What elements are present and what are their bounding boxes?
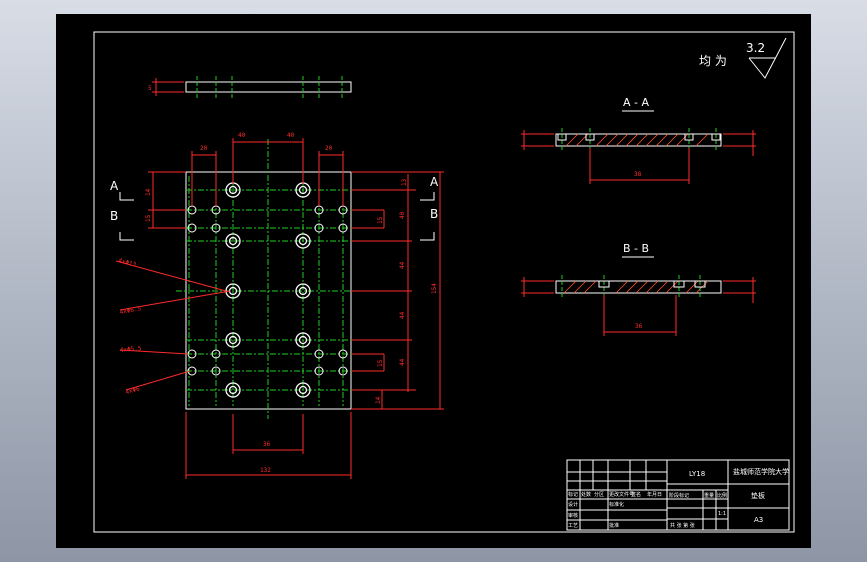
dim-40-right: 40 bbox=[287, 132, 295, 139]
callout-phi5-5: 4xΦ5.5 bbox=[120, 345, 143, 354]
title-row-label-0: 标记 bbox=[568, 491, 578, 498]
title-stage: 阶段标记 bbox=[669, 492, 689, 499]
cad-viewport[interactable]: 5 A B A B 40 40 20 20 14 15 13 40 15 44 … bbox=[56, 14, 811, 548]
surface-roughness: 均 为 3.2 bbox=[699, 37, 787, 79]
section-aa: A - A 38 bbox=[521, 96, 756, 184]
marker-a-right: A bbox=[430, 175, 439, 189]
title-sheet-size: A3 bbox=[754, 516, 763, 524]
roughness-label: 均 为 bbox=[699, 54, 727, 68]
callout-phi6: 4xΦ6 bbox=[125, 385, 141, 396]
marker-b-right: B bbox=[430, 207, 438, 221]
dim-15-top: 15 bbox=[145, 214, 152, 222]
title-weight: 重量 bbox=[704, 492, 714, 499]
dim-36: 36 bbox=[263, 441, 271, 448]
section-bb-title: B - B bbox=[623, 242, 649, 255]
title-drawing-no: LY18 bbox=[689, 470, 705, 478]
callout-phi13: 4xΦ13 bbox=[117, 257, 137, 269]
section-bb: B - B 36 bbox=[521, 242, 756, 336]
title-audit: 审核 bbox=[568, 512, 578, 519]
dim-44-b: 44 bbox=[399, 311, 406, 319]
title-row-label-5: 年月日 bbox=[647, 491, 662, 498]
dim-20-left: 20 bbox=[200, 145, 208, 152]
dim-14-bottom: 14 bbox=[375, 396, 382, 404]
dim-15-right: 15 bbox=[377, 216, 384, 224]
main-view: A B A B 40 40 20 20 14 15 13 40 15 44 44… bbox=[110, 132, 444, 479]
title-scale: 1:1 bbox=[718, 511, 726, 517]
section-aa-dim: 38 bbox=[634, 171, 642, 178]
title-scale-label: 比例 bbox=[717, 492, 727, 499]
dim-40-left: 40 bbox=[238, 132, 246, 139]
roughness-value: 3.2 bbox=[746, 41, 765, 55]
title-row-label-1: 处数 bbox=[581, 491, 591, 498]
section-bb-dim: 36 bbox=[635, 323, 643, 330]
callout-phi6-5: 4xΦ6.5 bbox=[119, 305, 142, 316]
top-view-thickness: 5 bbox=[148, 85, 152, 92]
title-design: 设计 bbox=[568, 501, 578, 508]
dim-44-a: 44 bbox=[399, 261, 406, 269]
title-row-label-4: 签名 bbox=[631, 491, 641, 498]
marker-a-left: A bbox=[110, 179, 119, 193]
title-sheets: 共 张 第 张 bbox=[670, 522, 695, 529]
dim-44-c: 44 bbox=[399, 358, 406, 366]
dim-132: 132 bbox=[260, 467, 271, 474]
drawing-frame bbox=[93, 31, 795, 533]
title-block: LY18 盐城师范学院大学 垫板 A3 阶段标记 重量 比例 1:1 共 张 第… bbox=[566, 459, 790, 531]
title-row-label-2: 分区 bbox=[594, 491, 604, 498]
title-process: 工艺 bbox=[568, 523, 578, 529]
top-view: 5 bbox=[148, 76, 352, 98]
title-school: 盐城师范学院大学 bbox=[733, 467, 789, 476]
dim-14-top: 14 bbox=[145, 188, 152, 196]
dim-154: 154 bbox=[431, 283, 438, 294]
title-std: 标准化 bbox=[609, 501, 624, 508]
dim-20-right: 20 bbox=[325, 145, 333, 152]
title-part-name: 垫板 bbox=[751, 491, 765, 500]
dim-40-right-v: 40 bbox=[399, 211, 406, 219]
dim-15-bottom: 15 bbox=[377, 359, 384, 367]
section-aa-title: A - A bbox=[623, 96, 649, 109]
marker-b-left: B bbox=[110, 209, 118, 223]
title-approve: 批准 bbox=[609, 522, 619, 529]
cad-drawing: 5 A B A B 40 40 20 20 14 15 13 40 15 44 … bbox=[93, 31, 795, 533]
dim-13-right: 13 bbox=[401, 178, 408, 186]
